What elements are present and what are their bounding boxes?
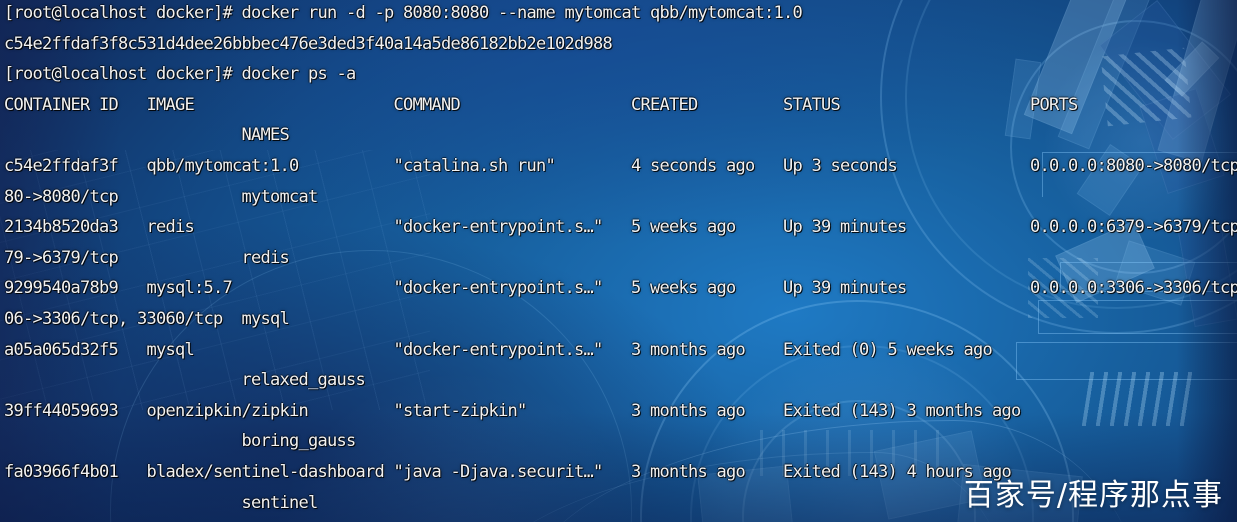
terminal-line: a05a065d32f5 mysql "docker-entrypoint.s…… [4, 339, 993, 360]
terminal-line: [root@localhost docker]# docker run -d -… [4, 3, 803, 23]
terminal-line: NAMES [4, 125, 289, 146]
terminal-line: relaxed_gauss [4, 370, 365, 391]
terminal-line: 79->6379/tcp redis [4, 247, 290, 268]
terminal-window[interactable]: [root@localhost docker]# docker run -d -… [0, 0, 1237, 522]
terminal-line: [root@localhost docker]# docker ps -a [4, 64, 356, 85]
terminal-line: c54e2ffdaf3f8c531d4dee26bbbec476e3ded3f4… [4, 33, 613, 54]
terminal-line: 9299540a78b9 mysql:5.7 "docker-entrypoin… [4, 278, 1237, 299]
terminal-line: c54e2ffdaf3f qbb/mytomcat:1.0 "catalina.… [4, 156, 1237, 176]
watermark: 百家号/程序那点事 [963, 478, 1223, 513]
terminal-line: fa03966f4b01 bladex/sentinel-dashboard "… [4, 462, 1012, 482]
terminal-output: [root@localhost docker]# docker run -d -… [0, 0, 1237, 522]
terminal-line: sentinel [4, 492, 318, 513]
terminal-line: 06->3306/tcp, 33060/tcp mysql [4, 309, 290, 329]
terminal-line: 2134b8520da3 redis "docker-entrypoint.s…… [4, 217, 1237, 238]
terminal-line: boring_gauss [4, 431, 356, 452]
terminal-line: 80->8080/tcp mytomcat [4, 186, 318, 207]
terminal-line: 39ff44059693 openzipkin/zipkin "start-zi… [4, 400, 1021, 421]
terminal-line: CONTAINER ID IMAGE COMMAND CREATED STATU… [4, 94, 1078, 115]
